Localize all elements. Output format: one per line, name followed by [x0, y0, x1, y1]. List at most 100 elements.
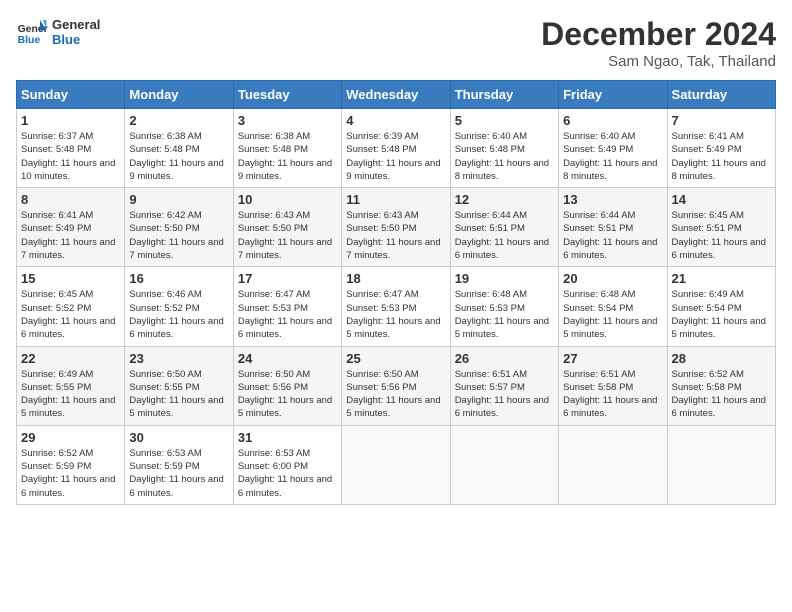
day-info: Sunrise: 6:43 AMSunset: 5:50 PMDaylight:…	[238, 209, 337, 262]
calendar-cell: 8 Sunrise: 6:41 AMSunset: 5:49 PMDaylight…	[17, 188, 125, 267]
day-number: 8	[21, 192, 120, 207]
day-number: 17	[238, 271, 337, 286]
calendar-title: December 2024	[541, 16, 776, 53]
calendar-table: Sunday Monday Tuesday Wednesday Thursday…	[16, 80, 776, 505]
page-header: General Blue General Blue December 2024 …	[16, 16, 776, 70]
day-info: Sunrise: 6:43 AMSunset: 5:50 PMDaylight:…	[346, 209, 445, 262]
calendar-cell: 16 Sunrise: 6:46 AMSunset: 5:52 PMDayligh…	[125, 267, 233, 346]
day-info: Sunrise: 6:50 AMSunset: 5:55 PMDaylight:…	[129, 368, 228, 421]
day-info: Sunrise: 6:40 AMSunset: 5:49 PMDaylight:…	[563, 130, 662, 183]
calendar-cell: 15 Sunrise: 6:45 AMSunset: 5:52 PMDayligh…	[17, 267, 125, 346]
day-info: Sunrise: 6:49 AMSunset: 5:54 PMDaylight:…	[672, 288, 771, 341]
calendar-cell: 13 Sunrise: 6:44 AMSunset: 5:51 PMDayligh…	[559, 188, 667, 267]
day-info: Sunrise: 6:47 AMSunset: 5:53 PMDaylight:…	[346, 288, 445, 341]
day-number: 28	[672, 351, 771, 366]
calendar-cell: 18 Sunrise: 6:47 AMSunset: 5:53 PMDayligh…	[342, 267, 450, 346]
calendar-cell	[559, 425, 667, 504]
day-info: Sunrise: 6:38 AMSunset: 5:48 PMDaylight:…	[129, 130, 228, 183]
calendar-cell: 10 Sunrise: 6:43 AMSunset: 5:50 PMDayligh…	[233, 188, 341, 267]
calendar-cell	[342, 425, 450, 504]
calendar-week-3: 15 Sunrise: 6:45 AMSunset: 5:52 PMDayligh…	[17, 267, 776, 346]
logo: General Blue General Blue	[16, 16, 100, 48]
calendar-cell: 12 Sunrise: 6:44 AMSunset: 5:51 PMDayligh…	[450, 188, 558, 267]
day-info: Sunrise: 6:40 AMSunset: 5:48 PMDaylight:…	[455, 130, 554, 183]
day-number: 5	[455, 113, 554, 128]
day-number: 4	[346, 113, 445, 128]
day-number: 26	[455, 351, 554, 366]
logo-icon: General Blue	[16, 16, 48, 48]
calendar-cell: 20 Sunrise: 6:48 AMSunset: 5:54 PMDayligh…	[559, 267, 667, 346]
calendar-cell: 3 Sunrise: 6:38 AMSunset: 5:48 PMDaylight…	[233, 109, 341, 188]
calendar-cell: 1Sunrise: 6:37 AMSunset: 5:48 PMDaylight…	[17, 109, 125, 188]
day-info: Sunrise: 6:48 AMSunset: 5:54 PMDaylight:…	[563, 288, 662, 341]
calendar-cell: 24Sunrise: 6:50 AMSunset: 5:56 PMDayligh…	[233, 346, 341, 425]
calendar-cell: 2 Sunrise: 6:38 AMSunset: 5:48 PMDaylight…	[125, 109, 233, 188]
day-number: 9	[129, 192, 228, 207]
day-info: Sunrise: 6:50 AMSunset: 5:56 PMDaylight:…	[346, 368, 445, 421]
day-number: 10	[238, 192, 337, 207]
day-info: Sunrise: 6:45 AMSunset: 5:52 PMDaylight:…	[21, 288, 120, 341]
col-wednesday: Wednesday	[342, 81, 450, 109]
col-friday: Friday	[559, 81, 667, 109]
calendar-cell	[450, 425, 558, 504]
day-info: Sunrise: 6:53 AMSunset: 5:59 PMDaylight:…	[129, 447, 228, 500]
day-number: 21	[672, 271, 771, 286]
day-number: 18	[346, 271, 445, 286]
day-info: Sunrise: 6:53 AMSunset: 6:00 PMDaylight:…	[238, 447, 337, 500]
day-number: 24	[238, 351, 337, 366]
title-block: December 2024 Sam Ngao, Tak, Thailand	[541, 16, 776, 70]
day-info: Sunrise: 6:37 AMSunset: 5:48 PMDaylight:…	[21, 130, 120, 183]
calendar-week-4: 22 Sunrise: 6:49 AMSunset: 5:55 PMDayligh…	[17, 346, 776, 425]
day-info: Sunrise: 6:49 AMSunset: 5:55 PMDaylight:…	[21, 368, 120, 421]
day-number: 2	[129, 113, 228, 128]
calendar-cell: 30 Sunrise: 6:53 AMSunset: 5:59 PMDayligh…	[125, 425, 233, 504]
calendar-cell: 14 Sunrise: 6:45 AMSunset: 5:51 PMDayligh…	[667, 188, 775, 267]
calendar-cell: 26 Sunrise: 6:51 AMSunset: 5:57 PMDayligh…	[450, 346, 558, 425]
day-number: 25	[346, 351, 445, 366]
svg-text:Blue: Blue	[18, 35, 41, 46]
day-number: 14	[672, 192, 771, 207]
day-number: 3	[238, 113, 337, 128]
day-info: Sunrise: 6:46 AMSunset: 5:52 PMDaylight:…	[129, 288, 228, 341]
calendar-cell: 29Sunrise: 6:52 AMSunset: 5:59 PMDayligh…	[17, 425, 125, 504]
day-info: Sunrise: 6:38 AMSunset: 5:48 PMDaylight:…	[238, 130, 337, 183]
day-number: 7	[672, 113, 771, 128]
day-number: 29	[21, 430, 120, 445]
calendar-cell: 21 Sunrise: 6:49 AMSunset: 5:54 PMDayligh…	[667, 267, 775, 346]
logo-blue: Blue	[52, 32, 100, 47]
calendar-cell: 6 Sunrise: 6:40 AMSunset: 5:49 PMDaylight…	[559, 109, 667, 188]
day-number: 13	[563, 192, 662, 207]
day-info: Sunrise: 6:48 AMSunset: 5:53 PMDaylight:…	[455, 288, 554, 341]
calendar-cell: 4Sunrise: 6:39 AMSunset: 5:48 PMDaylight…	[342, 109, 450, 188]
day-info: Sunrise: 6:44 AMSunset: 5:51 PMDaylight:…	[563, 209, 662, 262]
day-info: Sunrise: 6:52 AMSunset: 5:58 PMDaylight:…	[672, 368, 771, 421]
day-info: Sunrise: 6:51 AMSunset: 5:58 PMDaylight:…	[563, 368, 662, 421]
day-number: 23	[129, 351, 228, 366]
col-saturday: Saturday	[667, 81, 775, 109]
day-number: 20	[563, 271, 662, 286]
day-info: Sunrise: 6:44 AMSunset: 5:51 PMDaylight:…	[455, 209, 554, 262]
calendar-subtitle: Sam Ngao, Tak, Thailand	[541, 53, 776, 70]
day-number: 15	[21, 271, 120, 286]
day-number: 6	[563, 113, 662, 128]
day-info: Sunrise: 6:41 AMSunset: 5:49 PMDaylight:…	[21, 209, 120, 262]
weekday-header-row: Sunday Monday Tuesday Wednesday Thursday…	[17, 81, 776, 109]
calendar-cell: 27Sunrise: 6:51 AMSunset: 5:58 PMDayligh…	[559, 346, 667, 425]
day-number: 22	[21, 351, 120, 366]
day-number: 12	[455, 192, 554, 207]
calendar-cell: 5 Sunrise: 6:40 AMSunset: 5:48 PMDaylight…	[450, 109, 558, 188]
calendar-cell: 7Sunrise: 6:41 AMSunset: 5:49 PMDaylight…	[667, 109, 775, 188]
calendar-cell: 28 Sunrise: 6:52 AMSunset: 5:58 PMDayligh…	[667, 346, 775, 425]
day-number: 30	[129, 430, 228, 445]
day-info: Sunrise: 6:45 AMSunset: 5:51 PMDaylight:…	[672, 209, 771, 262]
col-tuesday: Tuesday	[233, 81, 341, 109]
col-monday: Monday	[125, 81, 233, 109]
day-number: 16	[129, 271, 228, 286]
calendar-cell: 25 Sunrise: 6:50 AMSunset: 5:56 PMDayligh…	[342, 346, 450, 425]
calendar-week-2: 8 Sunrise: 6:41 AMSunset: 5:49 PMDaylight…	[17, 188, 776, 267]
calendar-cell: 19Sunrise: 6:48 AMSunset: 5:53 PMDayligh…	[450, 267, 558, 346]
day-info: Sunrise: 6:51 AMSunset: 5:57 PMDaylight:…	[455, 368, 554, 421]
calendar-cell: 11Sunrise: 6:43 AMSunset: 5:50 PMDayligh…	[342, 188, 450, 267]
logo-general: General	[52, 17, 100, 32]
calendar-cell: 17Sunrise: 6:47 AMSunset: 5:53 PMDayligh…	[233, 267, 341, 346]
